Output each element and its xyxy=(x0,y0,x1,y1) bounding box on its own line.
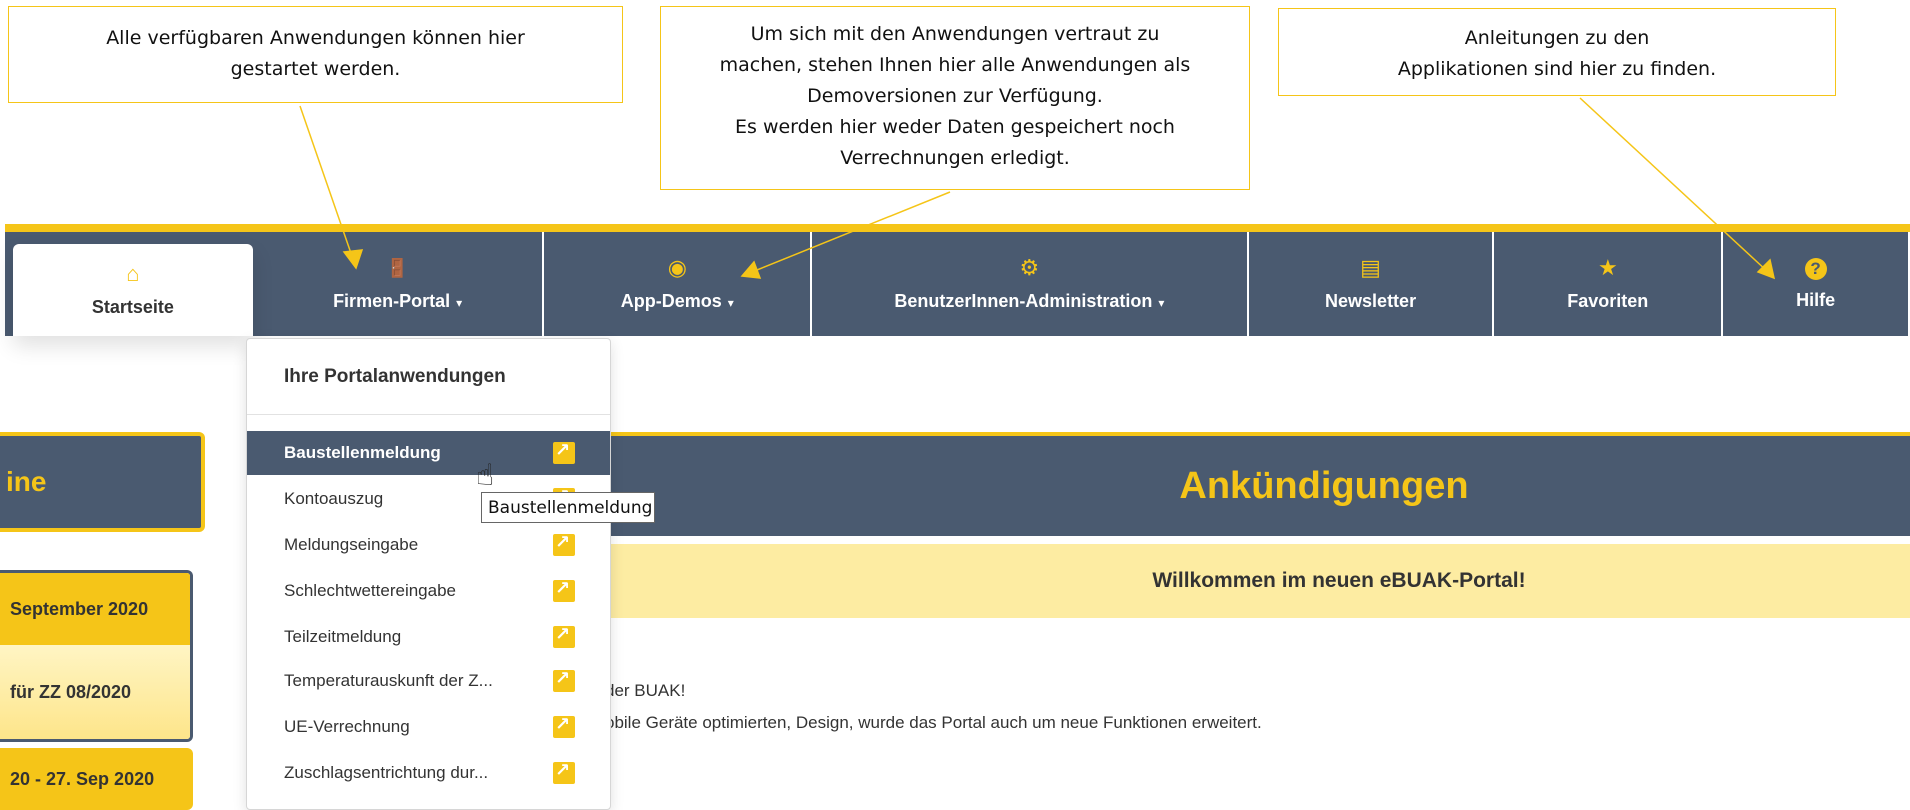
menu-item-teilzeitmeldung[interactable]: Teilzeitmeldung xyxy=(247,615,610,659)
body-text-line: obile Geräte optimierten, Design, wurde … xyxy=(605,713,1262,732)
nav-newsletter[interactable]: ▤ Newsletter xyxy=(1249,232,1495,336)
external-link-icon xyxy=(553,760,575,784)
page-title: Ankündigungen xyxy=(1179,464,1469,507)
callout-line: Demoversionen zur Verfügung. xyxy=(807,85,1103,107)
nav-label: BenutzerInnen-Administration xyxy=(894,290,1153,311)
nav-label-wrap: BenutzerInnen-Administration ▾ xyxy=(894,291,1164,312)
menu-item-label: Teilzeitmeldung xyxy=(284,627,402,646)
sidebar-card-head: September 2020 xyxy=(0,573,190,645)
menu-item-baustellenmeldung[interactable]: Baustellenmeldung xyxy=(247,431,610,475)
nav-label: Hilfe xyxy=(1796,289,1836,310)
menu-item-zuschlagsentrichtung[interactable]: Zuschlagsentrichtung dur... xyxy=(247,751,610,795)
body-text-line: der BUAK! xyxy=(605,681,686,700)
external-link-icon xyxy=(553,624,575,648)
menu-item-ue-verrechnung[interactable]: UE-Verrechnung xyxy=(247,705,610,749)
external-link-icon xyxy=(553,668,575,692)
nav-favoriten[interactable]: ★ Favoriten xyxy=(1494,232,1724,336)
menu-item-label: Baustellenmeldung xyxy=(284,443,441,462)
nav-benutzer-administration[interactable]: ⚙ BenutzerInnen-Administration ▾ xyxy=(812,232,1249,336)
external-link-icon xyxy=(553,578,575,602)
callout-line: Alle verfügbaren Anwendungen können hier xyxy=(106,27,525,49)
eye-icon: ◉ xyxy=(667,254,687,280)
sidebar-card[interactable]: September 2020 für ZZ 08/2020 xyxy=(0,570,193,742)
nav-hilfe[interactable]: ? Hilfe xyxy=(1723,232,1910,336)
callout-line: Um sich mit den Anwendungen vertraut zu xyxy=(750,23,1160,45)
callout-line: Applikationen sind hier zu finden. xyxy=(1397,58,1717,80)
chevron-down-icon: ▾ xyxy=(1158,295,1165,310)
chevron-down-icon: ▾ xyxy=(727,295,734,310)
chevron-down-icon: ▾ xyxy=(456,295,463,310)
announcements-header: Ankündigungen xyxy=(548,432,1910,536)
nav-app-demos[interactable]: ◉ App-Demos ▾ xyxy=(544,232,813,336)
menu-item-label: Meldungseingabe xyxy=(284,535,419,554)
external-link-icon xyxy=(553,440,575,464)
menu-item-schlechtwettereingabe[interactable]: Schlechtwettereingabe xyxy=(247,569,610,613)
nav-label: Newsletter xyxy=(1325,290,1417,311)
menu-item-temperaturauskunft[interactable]: Temperaturauskunft der Z... xyxy=(247,659,610,703)
sidebar-card-body: für ZZ 08/2020 xyxy=(0,645,190,739)
users-gear-icon: ⚙ xyxy=(1019,254,1040,280)
nav-label-wrap: App-Demos ▾ xyxy=(621,291,734,312)
callout-app-demos: Um sich mit den Anwendungen vertraut zu … xyxy=(660,6,1250,190)
tooltip: Baustellenmeldung xyxy=(481,492,655,523)
star-icon: ★ xyxy=(1597,254,1618,280)
menu-item-label: Schlechtwettereingabe xyxy=(284,581,457,600)
nav-label: Firmen-Portal xyxy=(333,290,451,311)
nav-label: App-Demos xyxy=(620,290,722,311)
menu-item-label: Zuschlagsentrichtung dur... xyxy=(284,763,489,782)
nav-startseite[interactable]: ⌂ Startseite xyxy=(13,244,253,336)
newspaper-icon: ▤ xyxy=(1360,254,1381,280)
welcome-text: Willkommen im neuen eBUAK-Portal! xyxy=(1152,569,1526,592)
dropdown-header: Ihre Portalanwendungen xyxy=(247,339,610,415)
sidebar-card-head: 20 - 27. Sep 2020 xyxy=(0,748,193,810)
external-link-icon xyxy=(553,714,575,738)
callout-help: Anleitungen zu den Applikationen sind hi… xyxy=(1278,8,1836,96)
hand-cursor-icon: ☝ xyxy=(476,459,495,492)
door-icon: 🚪 xyxy=(386,257,409,278)
home-icon: ⌂ xyxy=(126,260,140,286)
nav-label-wrap: Firmen-Portal ▾ xyxy=(333,291,462,312)
menu-item-label: Temperaturauskunft der Z... xyxy=(284,671,493,690)
external-link-icon xyxy=(553,532,575,556)
nav-firmen-portal[interactable]: 🚪 Firmen-Portal ▾ xyxy=(253,232,545,336)
sidebar-card[interactable]: 20 - 27. Sep 2020 xyxy=(0,748,193,810)
menu-item-label: UE-Verrechnung xyxy=(284,717,410,736)
callout-applications: Alle verfügbaren Anwendungen können hier… xyxy=(8,6,623,103)
nav-label: Favoriten xyxy=(1567,290,1649,311)
menu-item-meldungseingabe[interactable]: Meldungseingabe xyxy=(247,523,610,567)
callout-line: Es werden hier weder Daten gespeichert n… xyxy=(735,116,1175,138)
callout-line: Verrechnungen erledigt. xyxy=(840,147,1070,169)
menu-item-label: Kontoauszug xyxy=(284,489,384,508)
welcome-banner: Willkommen im neuen eBUAK-Portal! xyxy=(548,544,1910,618)
nav-label: Startseite xyxy=(91,296,174,317)
callout-line: machen, stehen Ihnen hier alle Anwendung… xyxy=(719,54,1191,76)
firmen-portal-dropdown: Ihre Portalanwendungen Baustellenmeldung… xyxy=(246,338,611,810)
question-icon: ? xyxy=(1804,257,1827,280)
callout-line: gestartet werden. xyxy=(230,58,401,80)
sidebar-title: ine xyxy=(0,432,205,532)
callout-line: Anleitungen zu den xyxy=(1464,27,1650,49)
main-navigation: ⌂ Startseite 🚪 Firmen-Portal ▾ ◉ App-Demo… xyxy=(5,232,1910,336)
